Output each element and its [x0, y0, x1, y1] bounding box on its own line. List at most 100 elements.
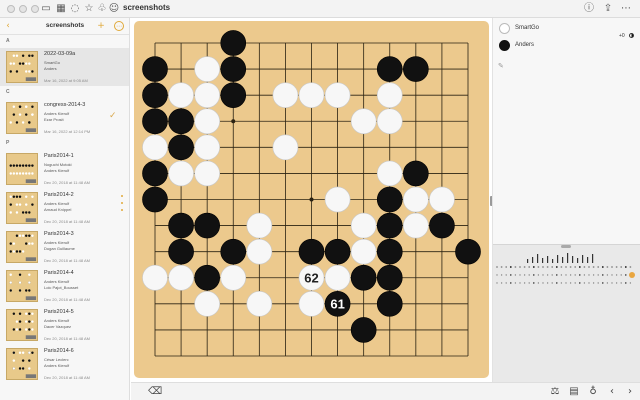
- tree-node: [588, 282, 590, 284]
- black-stone-icon: [499, 40, 510, 51]
- share-icon[interactable]: ⇪: [602, 3, 614, 15]
- player-white: SmartGo: [497, 22, 637, 36]
- tree-node: [620, 282, 622, 284]
- info-icon[interactable]: ⓘ: [583, 3, 595, 15]
- white-stone: [142, 264, 168, 291]
- back-arrow-icon[interactable]: ⌫: [148, 385, 162, 399]
- tree-node: [574, 282, 576, 284]
- black-stone: [350, 317, 377, 343]
- tree-node: [629, 266, 632, 268]
- bulb-icon[interactable]: ♁: [586, 385, 600, 399]
- tree-node: [542, 274, 544, 276]
- game-name: Paris2014-1: [44, 153, 74, 159]
- tree-node: [546, 266, 549, 268]
- tree-node: [625, 274, 627, 276]
- tree-node: [578, 266, 581, 268]
- game-list-item[interactable]: Paris2014-4 Anders Kierulf Loic Pajot_Bous…: [0, 267, 129, 305]
- game-list-item[interactable]: Paris2014-6 César Leclerc Anders Kierulf De…: [0, 345, 129, 383]
- sidebar-title: screenshots: [45, 22, 85, 29]
- tree-node: [542, 266, 544, 268]
- more-icon[interactable]: ⋯: [620, 3, 632, 15]
- tree-tick: [592, 254, 594, 263]
- grid-icon[interactable]: ▦: [55, 3, 67, 15]
- black-stone: [194, 212, 220, 239]
- zoom-window-button[interactable]: [31, 5, 39, 13]
- bulb-icon[interactable]: ◌: [69, 3, 81, 15]
- tree-node: [592, 266, 595, 268]
- white-stone: [194, 291, 220, 317]
- white-stone: [350, 108, 377, 135]
- tree-node: [556, 274, 558, 276]
- go-board[interactable]: 62 61: [134, 21, 489, 378]
- white-stone: [350, 212, 377, 239]
- leaf-icon[interactable]: ♧: [96, 3, 108, 15]
- tree-node: [533, 282, 535, 284]
- white-stone: [142, 134, 168, 161]
- star-icon[interactable]: ☆: [83, 3, 95, 15]
- tree-node: [500, 274, 503, 276]
- person-icon[interactable]: ☺: [108, 3, 120, 15]
- player-black: Anders: [497, 39, 637, 53]
- tree-tick: [572, 256, 574, 263]
- book-icon[interactable]: ▤: [567, 385, 581, 399]
- black-stone: [324, 238, 351, 265]
- game-name: Paris2014-5: [44, 309, 74, 315]
- tree-node: [606, 266, 609, 268]
- black-stone: [376, 291, 403, 317]
- white-stone: [194, 134, 220, 161]
- title-bar: ▭ ▦ ◌ ☆ ♧ ☺ screenshots ⓘ ⇪ ⋯: [0, 0, 640, 18]
- black-stone: [142, 56, 168, 82]
- tree-node: [505, 266, 508, 268]
- current-move-marker[interactable]: [629, 272, 635, 278]
- tree-node: [514, 274, 517, 276]
- progress-dots-icon: [121, 195, 124, 216]
- game-tree[interactable]: [493, 244, 640, 382]
- tree-node: [592, 282, 595, 284]
- tree-node: [500, 282, 503, 284]
- game-list-item[interactable]: Paris2014-5 Anders Kierulf Dacer Vazquez De…: [0, 306, 129, 344]
- close-window-button[interactable]: [7, 5, 15, 13]
- minimize-window-button[interactable]: [19, 5, 27, 13]
- game-list-item[interactable]: congress-2014-3 Anders Kierulf Ezar Prosit…: [0, 99, 129, 137]
- black-stone: [376, 212, 403, 239]
- tree-resize-handle[interactable]: [561, 245, 571, 248]
- tree-tick: [532, 257, 534, 263]
- white-stone: [350, 238, 377, 265]
- tree-node: [565, 274, 567, 276]
- game-list-item[interactable]: Paris2014-2 Anders Kierulf Arnaud Knippel D…: [0, 189, 129, 227]
- rewind-icon[interactable]: ‹: [605, 385, 619, 399]
- black-stone: [350, 264, 377, 291]
- tree-node: [528, 282, 530, 284]
- forward-icon[interactable]: ›: [623, 385, 637, 399]
- white-stone: [376, 82, 403, 108]
- mode-icon[interactable]: ⚖: [548, 385, 562, 399]
- tree-node: [579, 274, 581, 276]
- black-stone: [142, 186, 168, 213]
- game-list-item[interactable]: 2022-03-09a SmartGo Anders Mar 16, 2022 at …: [0, 48, 129, 86]
- tree-node: [537, 266, 540, 268]
- sidebar-toggle-icon[interactable]: ▭: [40, 3, 52, 15]
- window-title: screenshots: [123, 3, 171, 12]
- tree-node: [588, 266, 590, 268]
- black-stone: [298, 238, 325, 265]
- game-name: congress-2014-3: [44, 102, 86, 108]
- black-stone: [168, 108, 194, 135]
- game-name: Paris2014-3: [44, 231, 74, 237]
- game-list-item[interactable]: Paris2014-1 Noguchi Motoki Anders Kierulf D…: [0, 150, 129, 188]
- tree-node: [602, 274, 604, 276]
- player-name: Anders: [515, 42, 535, 48]
- add-icon[interactable]: +: [96, 21, 106, 31]
- tree-node: [546, 274, 549, 276]
- tree-node: [514, 266, 517, 268]
- white-stone: [324, 82, 351, 108]
- game-tree-graph[interactable]: [493, 245, 640, 383]
- player-name: SmartGo: [515, 25, 540, 31]
- player-name: Anders Kierulf: [44, 168, 70, 173]
- white-stone: [194, 56, 220, 82]
- section-header: P: [6, 140, 10, 146]
- game-list-item[interactable]: Paris2014-3 Anders Kierulf Dugan Guillaume…: [0, 228, 129, 266]
- player-name: Anders Kierulf: [44, 363, 70, 368]
- more-circle-icon[interactable]: ⋯: [114, 21, 124, 31]
- comment-icon[interactable]: ✎: [498, 62, 504, 70]
- tree-node: [574, 266, 577, 268]
